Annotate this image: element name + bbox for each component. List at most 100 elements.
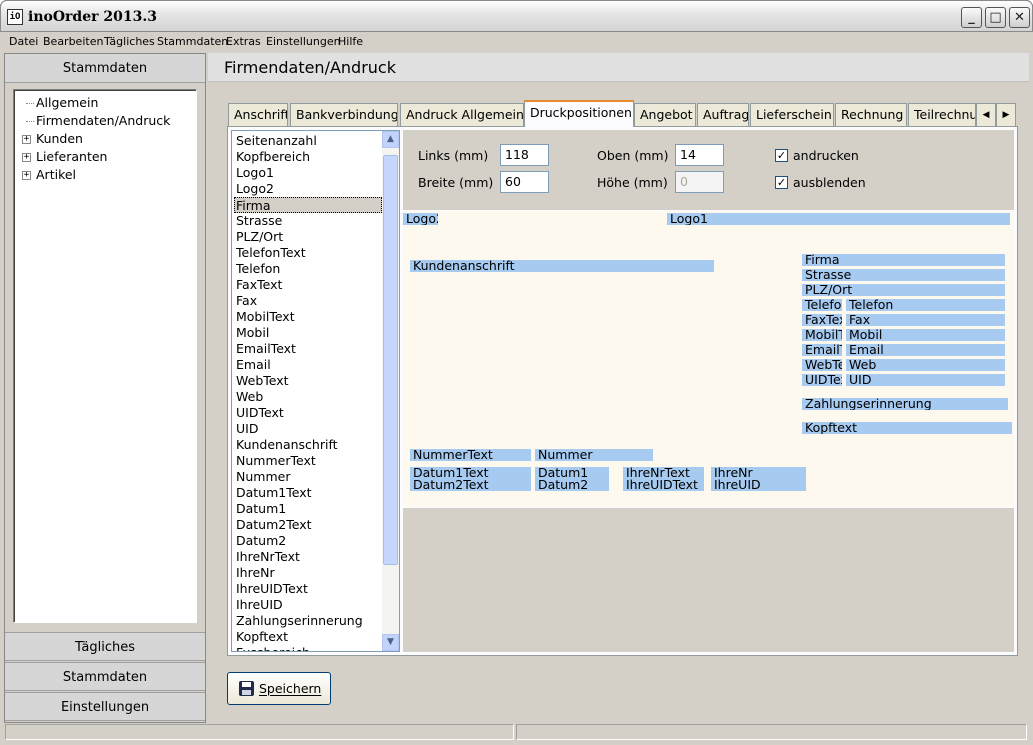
- list-item[interactable]: Kopftext: [236, 629, 288, 645]
- preview-box-datum2text[interactable]: Datum2Text: [410, 479, 531, 491]
- tree-item-lieferanten[interactable]: Lieferanten: [36, 148, 107, 166]
- preview-box-kopftext[interactable]: Kopftext: [802, 422, 1012, 434]
- tree-item-artikel[interactable]: Artikel: [36, 166, 76, 184]
- preview-box-telefon[interactable]: Telefon: [846, 299, 1005, 311]
- preview-box-datum2[interactable]: Datum2: [535, 479, 609, 491]
- tab-druckpositionen[interactable]: Druckpositionen: [524, 100, 634, 127]
- menu-extras[interactable]: Extras: [226, 35, 261, 48]
- section-einstellungen[interactable]: Einstellungen: [5, 692, 205, 721]
- tab-angebot[interactable]: Angebot: [634, 103, 696, 126]
- preview-box-mobil[interactable]: Mobil: [846, 329, 1005, 341]
- list-item[interactable]: TelefonText: [236, 245, 306, 261]
- preview-box-web[interactable]: Web: [846, 359, 1005, 371]
- save-button[interactable]: Speichern: [227, 672, 331, 705]
- tab-teilrechnung[interactable]: Teilrechnu: [908, 103, 976, 126]
- preview-box-zahlungserinnerung[interactable]: Zahlungserinnerung: [802, 398, 1008, 410]
- list-item[interactable]: Datum2Text: [236, 517, 312, 533]
- tab-lieferschein[interactable]: Lieferschein: [750, 103, 834, 126]
- list-scrollbar[interactable]: ▲ ▼: [382, 131, 399, 651]
- list-item[interactable]: Datum1: [236, 501, 286, 517]
- ausblenden-checkbox[interactable]: ✓: [775, 176, 788, 189]
- menu-taegliches[interactable]: Tägliches: [104, 35, 155, 48]
- close-icon[interactable]: ✕: [1009, 7, 1030, 28]
- list-item[interactable]: Seitenanzahl: [236, 133, 317, 149]
- preview-box-nummer[interactable]: Nummer: [535, 449, 653, 461]
- list-item[interactable]: Zahlungserinnerung: [236, 613, 363, 629]
- list-item[interactable]: IhreNr: [236, 565, 275, 581]
- preview-box-fax[interactable]: Fax: [846, 314, 1005, 326]
- list-item[interactable]: Firma: [234, 197, 382, 213]
- preview-box-emailtext[interactable]: EmailText: [802, 344, 842, 356]
- list-item[interactable]: PLZ/Ort: [236, 229, 283, 245]
- preview-box-strasse[interactable]: Strasse: [802, 269, 1005, 281]
- list-item[interactable]: FaxText: [236, 277, 282, 293]
- links-input[interactable]: 118: [500, 144, 549, 166]
- preview-box-ihrenr[interactable]: IhreNr: [711, 467, 806, 479]
- scroll-up-icon[interactable]: ▲: [382, 131, 399, 148]
- tree-item-firmendaten[interactable]: Firmendaten/Andruck: [36, 112, 170, 130]
- list-item[interactable]: EmailText: [236, 341, 296, 357]
- preview-box-telefontext[interactable]: TelefonText: [802, 299, 842, 311]
- preview-box-uidtext[interactable]: UIDText: [802, 374, 842, 386]
- expand-icon[interactable]: +: [22, 135, 31, 144]
- expand-icon[interactable]: +: [22, 153, 31, 162]
- list-item[interactable]: Kopfbereich: [236, 149, 310, 165]
- preview-box-logo1[interactable]: Logo1: [667, 213, 1010, 225]
- list-item[interactable]: Kundenanschrift: [236, 437, 338, 453]
- preview-box-datum1[interactable]: Datum1: [535, 467, 609, 479]
- menu-bearbeiten[interactable]: Bearbeiten: [43, 35, 103, 48]
- preview-box-ihrenrtext[interactable]: IhreNrText: [623, 467, 704, 479]
- list-item[interactable]: Datum2: [236, 533, 286, 549]
- tab-bankverbindung[interactable]: Bankverbindung: [290, 103, 398, 126]
- tab-andruck-allgemein[interactable]: Andruck Allgemein: [400, 103, 524, 126]
- list-item[interactable]: WebText: [236, 373, 289, 389]
- preview-box-ihreuidtext[interactable]: IhreUIDText: [623, 479, 704, 491]
- tree-item-kunden[interactable]: Kunden: [36, 130, 83, 148]
- list-item[interactable]: Fussbereich: [236, 645, 310, 651]
- list-item[interactable]: IhreUIDText: [236, 581, 308, 597]
- scroll-down-icon[interactable]: ▼: [382, 634, 399, 651]
- tree-item-allgemein[interactable]: Allgemein: [36, 94, 98, 112]
- tab-anschrift[interactable]: Anschrift: [228, 103, 288, 126]
- list-item[interactable]: UIDText: [236, 405, 284, 421]
- preview-box-uid[interactable]: UID: [846, 374, 1005, 386]
- list-item[interactable]: Web: [236, 389, 263, 405]
- menu-einstellungen[interactable]: Einstellungen: [266, 35, 341, 48]
- expand-icon[interactable]: +: [22, 171, 31, 180]
- tab-scroll-right-icon[interactable]: ▶: [996, 103, 1016, 126]
- maximize-icon[interactable]: □: [985, 7, 1006, 28]
- list-item[interactable]: IhreUID: [236, 597, 283, 613]
- menu-stammdaten[interactable]: Stammdaten: [157, 35, 228, 48]
- andrucken-checkbox[interactable]: ✓: [775, 149, 788, 162]
- list-item[interactable]: Strasse: [236, 213, 282, 229]
- minimize-icon[interactable]: _: [961, 7, 982, 28]
- preview-box-mobiltext[interactable]: MobilText: [802, 329, 842, 341]
- menu-hilfe[interactable]: Hilfe: [338, 35, 363, 48]
- preview-box-webtext[interactable]: WebText: [802, 359, 842, 371]
- title-bar[interactable]: iO inoOrder 2013.3 _ □ ✕: [0, 0, 1033, 32]
- preview-box-firma[interactable]: Firma: [802, 254, 1005, 266]
- tab-rechnung[interactable]: Rechnung: [835, 103, 907, 126]
- list-item[interactable]: Datum1Text: [236, 485, 312, 501]
- preview-box-logo2[interactable]: Logo2: [403, 213, 438, 225]
- list-item[interactable]: Nummer: [236, 469, 290, 485]
- oben-input[interactable]: 14: [675, 144, 724, 166]
- breite-input[interactable]: 60: [500, 171, 549, 193]
- navigation-tree[interactable]: Allgemein Firmendaten/Andruck + Kunden +…: [13, 89, 197, 623]
- tab-auftrag[interactable]: Auftrag: [697, 103, 749, 126]
- panel-header-stammdaten[interactable]: Stammdaten: [5, 54, 205, 83]
- list-item[interactable]: Fax: [236, 293, 257, 309]
- preview-box-datum1text[interactable]: Datum1Text: [410, 467, 531, 479]
- preview-box-plzort[interactable]: PLZ/Ort: [802, 284, 1005, 296]
- preview-box-ihreuid[interactable]: IhreUID: [711, 479, 806, 491]
- list-item[interactable]: NummerText: [236, 453, 316, 469]
- list-item[interactable]: IhreNrText: [236, 549, 300, 565]
- menu-datei[interactable]: Datei: [9, 35, 38, 48]
- list-item[interactable]: Email: [236, 357, 271, 373]
- tab-scroll-left-icon[interactable]: ◀: [976, 103, 996, 126]
- list-item[interactable]: Logo1: [236, 165, 274, 181]
- section-taegliches[interactable]: Tägliches: [5, 632, 205, 661]
- preview-box-nummertext[interactable]: NummerText: [410, 449, 531, 461]
- list-item[interactable]: Mobil: [236, 325, 269, 341]
- preview-box-email[interactable]: Email: [846, 344, 1005, 356]
